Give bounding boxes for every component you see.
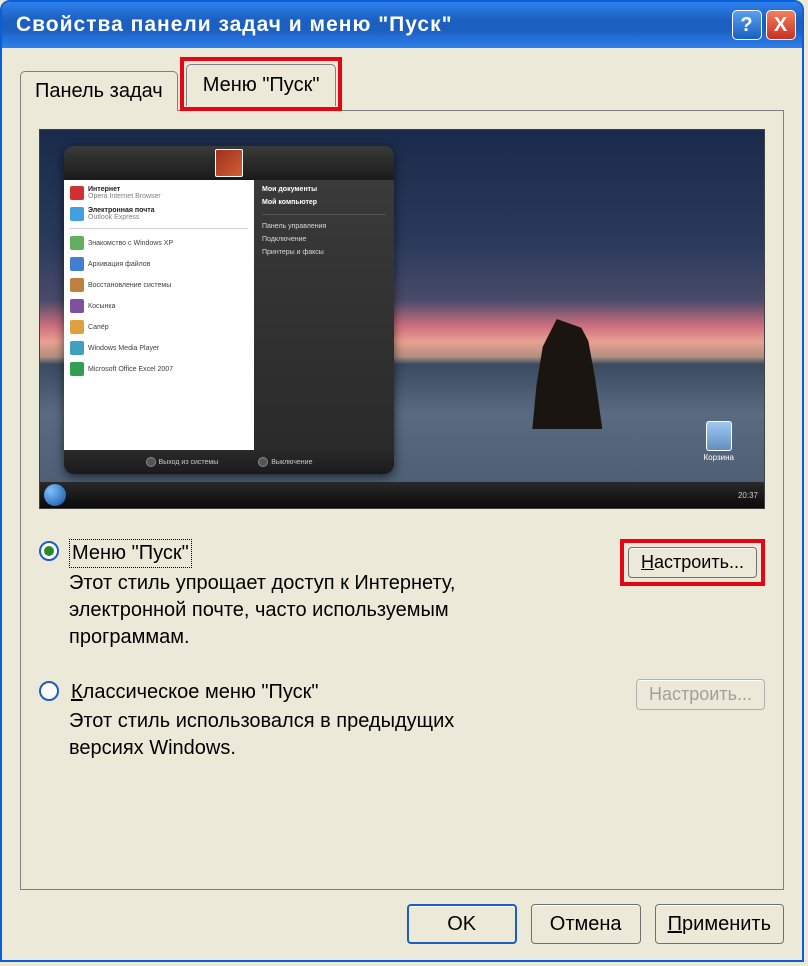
apply-accel: П: [668, 913, 682, 935]
preview-left-item: Windows Media Player: [70, 339, 248, 357]
app-icon: [70, 299, 84, 313]
option-classic-title-rest: лассическое меню "Пуск": [83, 681, 319, 703]
app-icon: [70, 278, 84, 292]
tab-panel-startmenu: ИнтернетOpera Internet Browser Электронна…: [20, 110, 784, 890]
preview-left-item: Косынка: [70, 297, 248, 315]
customize-modern-button[interactable]: Настроить...: [628, 547, 757, 578]
option-classic-accel: К: [71, 681, 83, 703]
preview-startmenu-body: ИнтернетOpera Internet Browser Электронна…: [64, 180, 394, 450]
preview-right-item: Мои документы: [262, 186, 386, 193]
close-icon: X: [774, 14, 788, 37]
customize-classic-button: Настроить...: [636, 679, 765, 710]
ok-button[interactable]: OK: [407, 904, 517, 944]
window-title: Свойства панели задач и меню "Пуск": [16, 13, 728, 37]
preview-left-item: Сапёр: [70, 318, 248, 336]
app-icon: [70, 236, 84, 250]
preview-right-item: Мой компьютер: [262, 199, 386, 206]
cancel-button[interactable]: Отмена: [531, 904, 641, 944]
dialog-button-row: OK Отмена Применить: [2, 890, 802, 960]
option-modern-row: Меню "Пуск" Этот стиль упрощает доступ к…: [39, 539, 765, 651]
customize-modern-accel: Н: [641, 552, 654, 572]
tab-startmenu[interactable]: Меню "Пуск": [186, 64, 337, 106]
preview-right-item: Подключение: [262, 236, 386, 243]
customize-modern-label: астроить...: [654, 552, 744, 572]
preview-left-item: Электронная почтаOutlook Express: [70, 205, 248, 223]
preview-shutdown: Выключение: [258, 457, 312, 467]
preview-right-item: Панель управления: [262, 223, 386, 230]
option-classic-row: Классическое меню "Пуск" Этот стиль испо…: [39, 679, 765, 762]
startmenu-style-options: Меню "Пуск" Этот стиль упрощает доступ к…: [39, 539, 765, 790]
option-classic-desc: Этот стиль использовался в предыдущих ве…: [69, 708, 469, 762]
tab-strip: Панель задач Меню "Пуск": [20, 66, 784, 110]
radio-classic-startmenu[interactable]: [39, 681, 59, 701]
preview-recycle-bin: Корзина: [704, 421, 734, 462]
help-button[interactable]: ?: [732, 10, 762, 40]
properties-window: Свойства панели задач и меню "Пуск" ? X …: [0, 0, 804, 962]
client-area: Панель задач Меню "Пуск" ИнтернетOpera I…: [2, 48, 802, 890]
preview-left-item: Microsoft Office Excel 2007: [70, 360, 248, 378]
preview-left-item: Архивация файлов: [70, 255, 248, 273]
preview-right-item: Принтеры и факсы: [262, 249, 386, 256]
option-modern-title: Меню "Пуск": [69, 539, 192, 568]
preview-startmenu-header: [64, 146, 394, 180]
tab-taskbar[interactable]: Панель задач: [20, 71, 178, 111]
preview-taskbar: 20:37: [40, 482, 764, 508]
customize-button-highlight: Настроить...: [620, 539, 765, 586]
recycle-bin-label: Корзина: [704, 453, 734, 462]
app-icon: [70, 341, 84, 355]
preview-left-item: ИнтернетOpera Internet Browser: [70, 184, 248, 202]
preview-tray-time: 20:37: [738, 491, 764, 500]
preview-startmenu-panel: ИнтернетOpera Internet Browser Электронна…: [64, 146, 394, 474]
app-icon: [70, 362, 84, 376]
close-button[interactable]: X: [766, 10, 796, 40]
app-icon: [70, 186, 84, 200]
preview-logoff-label: Выход из системы: [159, 459, 219, 466]
app-icon: [70, 257, 84, 271]
startmenu-preview: ИнтернетOpera Internet Browser Электронна…: [39, 129, 765, 509]
app-icon: [70, 320, 84, 334]
user-avatar-icon: [215, 149, 243, 177]
preview-shutdown-label: Выключение: [271, 459, 312, 466]
help-icon: ?: [740, 14, 753, 37]
preview-left-item: Знакомство с Windows XP: [70, 234, 248, 252]
preview-startmenu-right: Мои документы Мой компьютер Панель управле…: [254, 180, 394, 450]
option-classic-title: Классическое меню "Пуск": [69, 679, 321, 706]
apply-label-rest: рименить: [682, 913, 771, 935]
titlebar[interactable]: Свойства панели задач и меню "Пуск" ? X: [2, 2, 802, 48]
tab-highlight: Меню "Пуск": [180, 57, 343, 111]
logoff-icon: [146, 457, 156, 467]
recycle-bin-icon: [706, 421, 732, 451]
shutdown-icon: [258, 457, 268, 467]
radio-modern-startmenu[interactable]: [39, 541, 59, 561]
start-orb-icon: [44, 484, 66, 506]
preview-startmenu-left: ИнтернетOpera Internet Browser Электронна…: [64, 180, 254, 450]
preview-logoff: Выход из системы: [146, 457, 219, 467]
option-modern-desc: Этот стиль упрощает доступ к Интернету, …: [69, 570, 469, 651]
apply-button[interactable]: Применить: [655, 904, 784, 944]
preview-startmenu-footer: Выход из системы Выключение: [64, 450, 394, 474]
app-icon: [70, 207, 84, 221]
preview-left-item: Восстановление системы: [70, 276, 248, 294]
